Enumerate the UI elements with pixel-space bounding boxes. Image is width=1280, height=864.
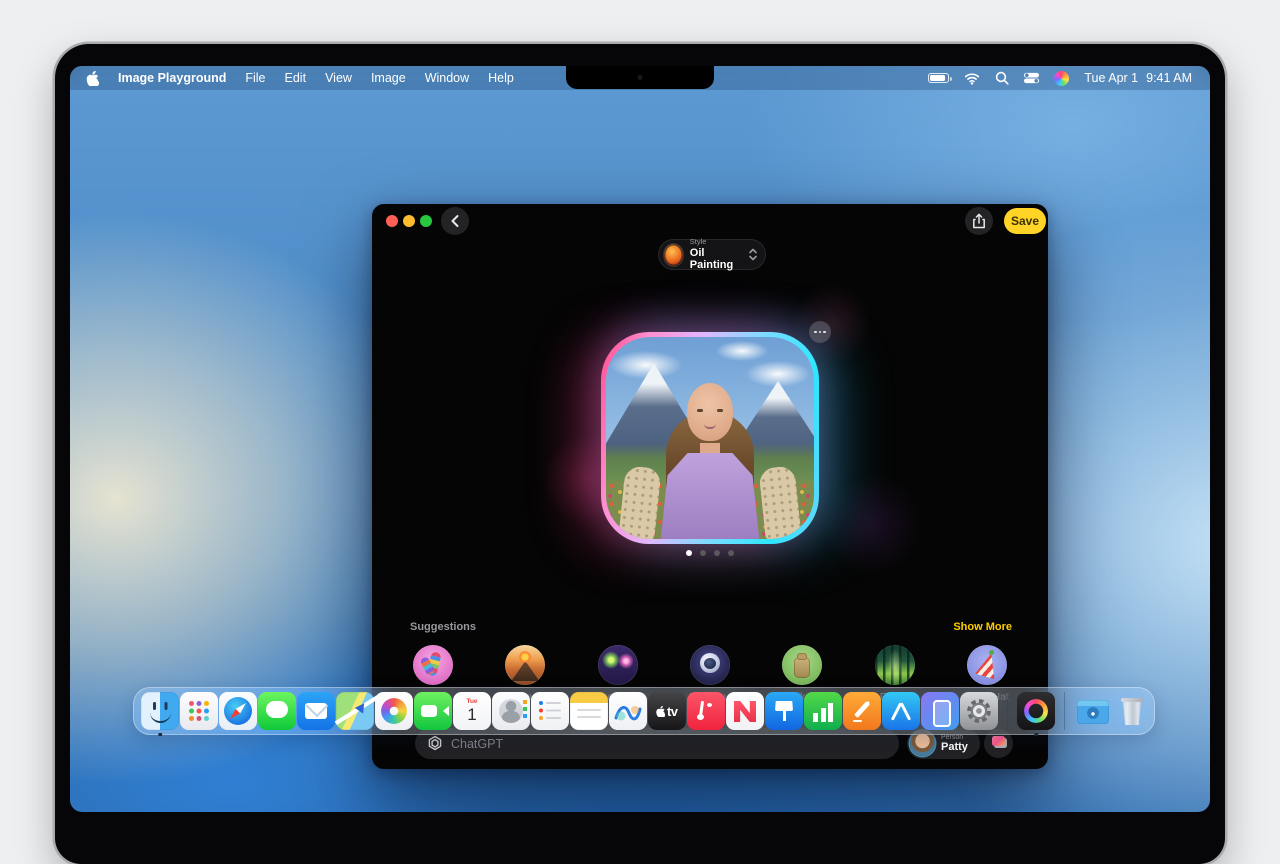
dock-messages-icon[interactable] <box>258 692 296 730</box>
dock-contacts-icon[interactable] <box>492 692 530 730</box>
dock-downloads-folder-icon[interactable] <box>1074 692 1112 730</box>
dock-divider <box>1007 692 1008 730</box>
running-indicator <box>158 733 162 737</box>
dock-maps-icon[interactable] <box>336 692 374 730</box>
dock-numbers-icon[interactable] <box>804 692 842 730</box>
page-dot <box>714 550 720 556</box>
menu-window[interactable]: Window <box>425 71 469 85</box>
menu-view[interactable]: View <box>325 71 352 85</box>
battery-icon[interactable] <box>928 73 949 83</box>
zoom-window-button[interactable] <box>420 215 432 227</box>
download-arrow-icon <box>1090 710 1096 717</box>
fireworks-thumbnail <box>598 645 638 685</box>
dock-iphone-mirroring-icon[interactable] <box>921 692 959 730</box>
dock-trash-icon[interactable] <box>1113 692 1151 730</box>
dock-photos-icon[interactable] <box>375 692 413 730</box>
page-dot-active <box>686 550 692 556</box>
search-icon[interactable] <box>995 71 1009 85</box>
page-dot <box>728 550 734 556</box>
minimize-window-button[interactable] <box>403 215 415 227</box>
dock-mail-icon[interactable] <box>297 692 335 730</box>
image-playground-status-icon[interactable] <box>1054 71 1069 86</box>
menubar-clock[interactable]: Tue Apr 1 9:41 AM <box>1084 71 1192 85</box>
dock-app-store-icon[interactable] <box>882 692 920 730</box>
menu-file[interactable]: File <box>245 71 265 85</box>
save-button[interactable]: Save <box>1004 208 1046 234</box>
clock-date: Tue Apr 1 <box>1084 71 1138 85</box>
running-indicator <box>1034 733 1038 737</box>
image-playground-window: Style Oil Painting Save <box>372 204 1048 769</box>
portrait-face <box>687 383 733 441</box>
control-center-icon[interactable] <box>1024 72 1039 84</box>
chatgpt-icon <box>427 735 443 752</box>
share-button[interactable] <box>965 207 993 235</box>
dock: Tue 1 tv <box>133 687 1155 735</box>
show-more-link[interactable]: Show More <box>953 621 1012 633</box>
dock-notes-icon[interactable] <box>570 692 608 730</box>
page-dot <box>700 550 706 556</box>
close-window-button[interactable] <box>386 215 398 227</box>
menu-edit[interactable]: Edit <box>285 71 307 85</box>
dock-reminders-icon[interactable] <box>531 692 569 730</box>
oil-painting-style-icon <box>664 244 683 266</box>
style-picker-label: Style <box>690 238 742 246</box>
share-icon <box>972 213 986 229</box>
party-hat-thumbnail <box>967 645 1007 685</box>
scarf-thumbnail <box>413 645 453 685</box>
style-picker[interactable]: Style Oil Painting <box>658 239 766 270</box>
dock-launchpad-icon[interactable] <box>180 692 218 730</box>
bokeh-glow <box>822 474 922 574</box>
more-options-button[interactable] <box>809 321 831 343</box>
back-button[interactable] <box>441 207 469 235</box>
menu-image[interactable]: Image <box>371 71 406 85</box>
display-notch <box>566 66 714 89</box>
forest-thumbnail <box>875 645 915 685</box>
wifi-icon[interactable] <box>964 72 980 85</box>
menubar-app-name[interactable]: Image Playground <box>118 71 226 85</box>
dock-facetime-icon[interactable] <box>414 692 452 730</box>
macbook-frame: Image Playground File Edit View Image Wi… <box>55 44 1225 864</box>
dock-divider <box>1064 692 1065 730</box>
image-page-dots[interactable] <box>372 550 1048 556</box>
dock-finder-icon[interactable] <box>141 692 179 730</box>
dock-tv-icon[interactable]: tv <box>648 692 686 730</box>
generated-image[interactable] <box>601 332 819 544</box>
dock-music-icon[interactable] <box>687 692 725 730</box>
dock-safari-icon[interactable] <box>219 692 257 730</box>
suggestions-title: Suggestions <box>410 621 476 633</box>
astronaut-thumbnail <box>690 645 730 685</box>
dock-system-settings-icon[interactable] <box>960 692 998 730</box>
hiker-thumbnail <box>782 645 822 685</box>
chevron-up-down-icon <box>749 248 757 261</box>
oil-painting-portrait <box>606 337 814 539</box>
chevron-left-icon <box>450 214 460 228</box>
clock-time: 9:41 AM <box>1146 71 1192 85</box>
dock-freeform-icon[interactable] <box>609 692 647 730</box>
menu-help[interactable]: Help <box>488 71 514 85</box>
prompt-input[interactable] <box>451 737 887 751</box>
volcano-thumbnail <box>505 645 545 685</box>
style-picker-value: Oil Painting <box>690 247 742 271</box>
dock-image-playground-icon[interactable] <box>1017 692 1055 730</box>
person-chip-name: Patty <box>941 741 968 753</box>
camera-dot <box>638 75 643 80</box>
dock-news-icon[interactable] <box>726 692 764 730</box>
dock-calendar-icon[interactable]: Tue 1 <box>453 692 491 730</box>
dock-pages-icon[interactable] <box>843 692 881 730</box>
dock-keynote-icon[interactable] <box>765 692 803 730</box>
desktop-wallpaper: Image Playground File Edit View Image Wi… <box>70 66 1210 812</box>
apple-menu-icon[interactable] <box>86 71 99 86</box>
